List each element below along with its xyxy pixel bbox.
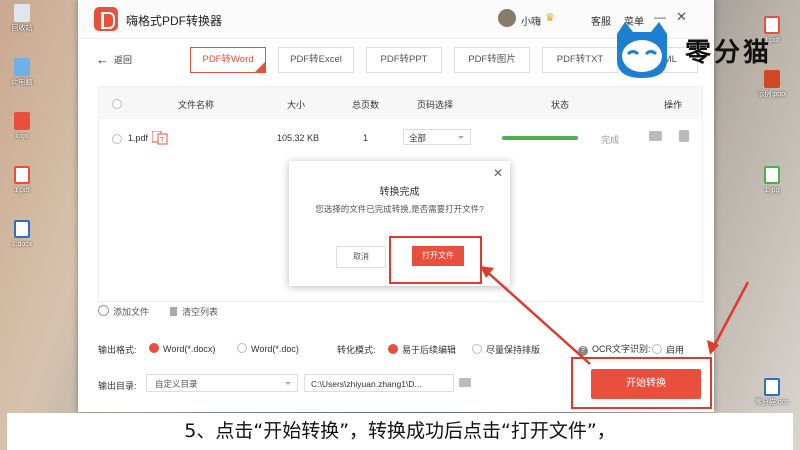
arrow-to-start-button [711, 281, 750, 349]
brand-watermark: 零分猫 [605, 14, 795, 86]
cat-logo-icon [617, 22, 667, 78]
brand-name: 零分猫 [685, 38, 773, 68]
subtitle-caption: 5、点击“开始转换”，转换成功后点击“打开文件”， [7, 413, 793, 450]
arrow-to-open-file [484, 269, 591, 365]
